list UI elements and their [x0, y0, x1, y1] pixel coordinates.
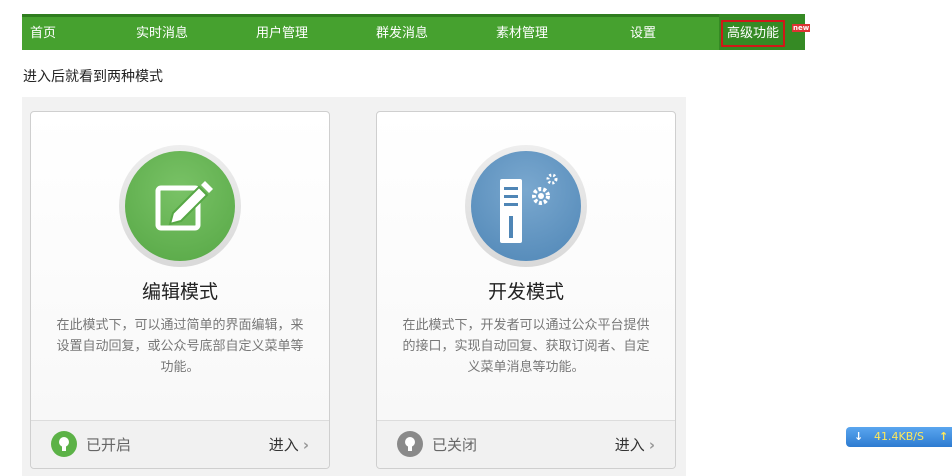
arrow-up-icon: ↑: [939, 430, 949, 443]
nav-item-material-management[interactable]: 素材管理: [496, 17, 548, 50]
nav-item-advanced[interactable]: 高级功能: [721, 20, 786, 47]
server-gear-icon: [471, 151, 581, 261]
edit-mode-icon-ring: [119, 145, 241, 267]
status-label: 已开启: [86, 436, 132, 454]
edit-icon: [125, 151, 235, 261]
network-speed-value: 41.4KB/S: [874, 430, 924, 443]
card-title: 编辑模式: [141, 281, 218, 303]
card-description: 在此模式下，可以通过简单的界面编辑，来设置自动回复，或公众号底部自定义菜单等功能…: [56, 318, 304, 375]
top-nav: 首页 实时消息 用户管理 群发消息 素材管理 设置 高级功能 new: [22, 14, 811, 50]
enter-edit-mode-link[interactable]: 进入 ›: [269, 434, 309, 455]
nav-item-realtime-messages[interactable]: 实时消息: [136, 17, 188, 50]
enter-label: 进入: [614, 436, 645, 454]
enter-developer-mode-link[interactable]: 进入 ›: [615, 434, 655, 455]
developer-mode-card[interactable]: 开发模式 在此模式下，开发者可以通过公众平台提供的接口，实现自动回复、获取订阅者…: [376, 111, 676, 469]
new-badge: new: [792, 24, 811, 32]
nav-item-home[interactable]: 首页: [30, 17, 56, 50]
developer-mode-icon-ring: [465, 145, 587, 267]
network-speed-widget[interactable]: ↓ 41.4KB/S ↑: [846, 427, 952, 447]
chevron-right-icon: ›: [648, 436, 655, 454]
card-footer: 已开启 进入 ›: [31, 420, 329, 468]
chevron-right-icon: ›: [302, 436, 309, 454]
card-title: 开发模式: [487, 281, 564, 303]
lightbulb-off-icon: [397, 431, 423, 457]
edit-mode-card[interactable]: 编辑模式 在此模式下，可以通过简单的界面编辑，来设置自动回复，或公众号底部自定义…: [30, 111, 330, 469]
card-footer: 已关闭 进入 ›: [377, 420, 675, 468]
nav-item-settings[interactable]: 设置: [630, 17, 656, 50]
nav-item-mass-messages[interactable]: 群发消息: [376, 17, 428, 50]
nav-item-user-management[interactable]: 用户管理: [256, 17, 308, 50]
enter-label: 进入: [268, 436, 299, 454]
card-description: 在此模式下，开发者可以通过公众平台提供的接口，实现自动回复、获取订阅者、自定义菜…: [402, 318, 650, 375]
arrow-down-icon: ↓: [854, 430, 864, 443]
status-label: 已关闭: [432, 436, 478, 454]
intro-text: 进入后就看到两种模式: [23, 69, 163, 85]
lightbulb-on-icon: [51, 431, 77, 457]
